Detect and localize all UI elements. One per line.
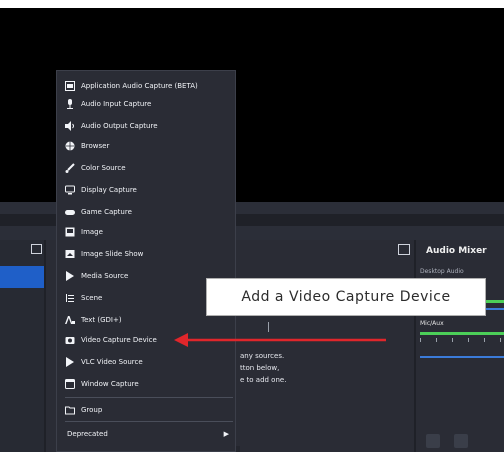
menu-item-display-capture[interactable]: Display Capture [65,181,233,199]
menu-item-label: Color Source [81,164,126,172]
camera-icon [65,335,75,345]
scenes-undock-icon[interactable] [31,244,42,254]
text-icon [65,315,75,325]
menu-item-label: Video Capture Device [81,336,157,344]
microphone-icon [65,99,75,109]
menu-separator [65,397,233,398]
monitor-icon [65,185,75,195]
sources-undock-icon[interactable] [398,244,410,255]
menu-item-label: Media Source [81,272,129,280]
menu-item-label: Game Capture [81,208,132,216]
play-icon [65,271,75,281]
menu-item-browser[interactable]: Browser [65,137,233,155]
mixer-menu-button[interactable] [454,434,468,448]
slideshow-icon [65,249,75,259]
gamepad-icon [65,207,75,217]
menu-item-label: Image [81,228,103,236]
sources-empty-message: any sources. tton below, e to add one. [240,352,287,384]
menu-item-label: Text (GDI+) [81,316,122,324]
red-arrow-icon [174,333,386,347]
paintbrush-icon [65,163,75,173]
menu-item-label: Application Audio Capture (BETA) [81,82,198,90]
menu-item-label: VLC Video Source [81,358,143,366]
mic-aux-label: Mic/Aux [420,320,444,327]
menu-item-label: Group [81,406,103,414]
menu-item-label: Image Slide Show [81,250,144,258]
menu-item-label: Audio Output Capture [81,122,158,130]
mic-aux-volume-slider[interactable] [420,356,504,358]
submenu-arrow-icon: ▶ [223,430,229,438]
scene-list-icon [65,293,75,303]
image-icon [65,227,75,237]
menu-item-label: Audio Input Capture [81,100,152,108]
menu-item-audio-input-capture[interactable]: Audio Input Capture [65,95,233,113]
scene-item-selected[interactable] [0,266,44,288]
folder-icon [65,405,75,415]
menu-item-window-capture[interactable]: Window Capture [65,375,233,393]
menu-item-label: Deprecated [67,430,108,438]
menu-separator [65,421,233,422]
obs-window: any sources. tton below, e to add one. A… [0,0,504,452]
menu-item-color-source[interactable]: Color Source [65,159,233,177]
application-audio-icon [65,81,75,91]
speaker-icon [65,121,75,131]
menu-item-game-capture[interactable]: Game Capture [65,203,233,221]
mixer-scale-ticks [420,338,504,342]
globe-icon [65,141,75,151]
menu-item-application-audio-capture[interactable]: Application Audio Capture (BETA) [65,77,233,95]
menu-item-label: Window Capture [81,380,139,388]
mixer-settings-button[interactable] [426,434,440,448]
annotation-callout: Add a Video Capture Device [206,278,486,316]
menu-item-image[interactable]: Image [65,223,233,241]
menu-item-audio-output-capture[interactable]: Audio Output Capture [65,117,233,135]
play-icon [65,357,75,367]
audio-mixer-title: Audio Mixer [426,246,487,256]
menu-item-label: Browser [81,142,110,150]
annotation-callout-text: Add a Video Capture Device [241,289,451,305]
menu-item-image-slide-show[interactable]: Image Slide Show [65,245,233,263]
add-source-menu: Application Audio Capture (BETA) Audio I… [56,70,236,452]
menu-item-deprecated[interactable]: Deprecated ▶ [65,425,235,443]
window-icon [65,379,75,389]
menu-item-label: Scene [81,294,103,302]
menu-item-group[interactable]: Group [65,401,233,419]
menu-item-vlc-video-source[interactable]: VLC Video Source [65,353,233,371]
menu-item-label: Display Capture [81,186,137,194]
desktop-audio-label: Desktop Audio [420,268,464,275]
mic-aux-meter [420,332,504,335]
